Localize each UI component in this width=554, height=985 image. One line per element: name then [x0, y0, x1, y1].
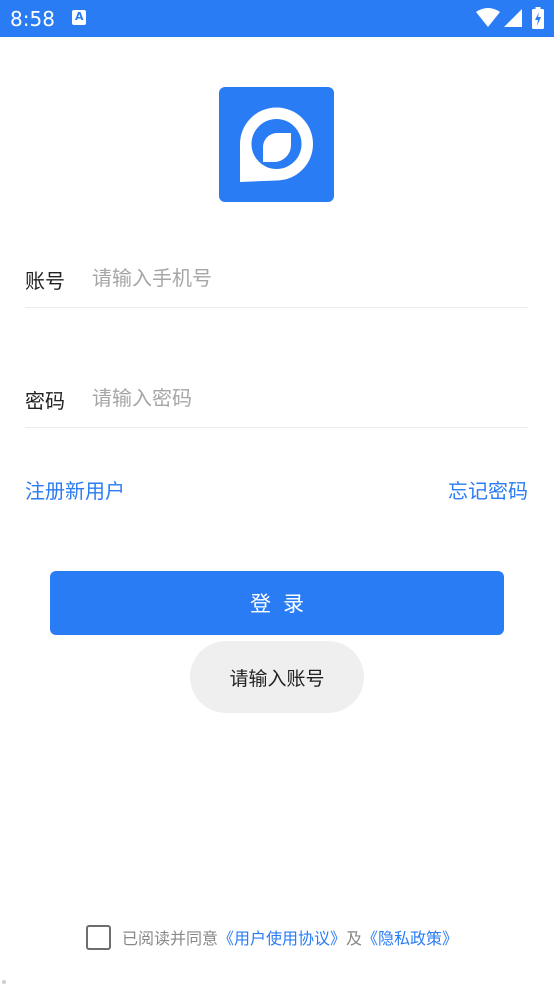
app-logo — [219, 87, 334, 202]
agreement-prefix: 已阅读并同意 — [122, 929, 219, 948]
battery-icon — [532, 7, 544, 29]
account-label: 账号 — [25, 269, 65, 293]
notification-glyph: A — [75, 10, 84, 23]
register-link[interactable]: 注册新用户 — [25, 475, 125, 504]
wifi-icon — [476, 8, 500, 27]
agreement-checkbox[interactable] — [86, 924, 111, 950]
agreement-row: 已阅读并同意 《用户使用协议》 及 《隐私政策》 — [86, 923, 458, 951]
signal-icon — [504, 9, 522, 27]
account-row: 账号 — [25, 248, 528, 308]
toast-message: 请输入账号 — [190, 641, 364, 713]
password-row: 密码 — [25, 368, 528, 428]
notification-icon: A — [72, 10, 86, 25]
password-label: 密码 — [25, 389, 65, 413]
login-button[interactable]: 登录 — [50, 571, 504, 635]
status-time: 8:58 — [10, 7, 55, 31]
status-bar: 8:58 A — [0, 0, 554, 37]
agreement-conjunction: 及 — [346, 929, 363, 948]
corner-dot — [2, 980, 6, 984]
privacy-policy-link[interactable]: 《隐私政策》 — [362, 925, 458, 949]
forgot-password-link[interactable]: 忘记密码 — [448, 475, 528, 504]
password-input[interactable] — [92, 380, 522, 416]
app-logo-icon — [240, 107, 313, 182]
user-agreement-link[interactable]: 《用户使用协议》 — [218, 925, 346, 949]
account-input[interactable] — [92, 260, 522, 296]
